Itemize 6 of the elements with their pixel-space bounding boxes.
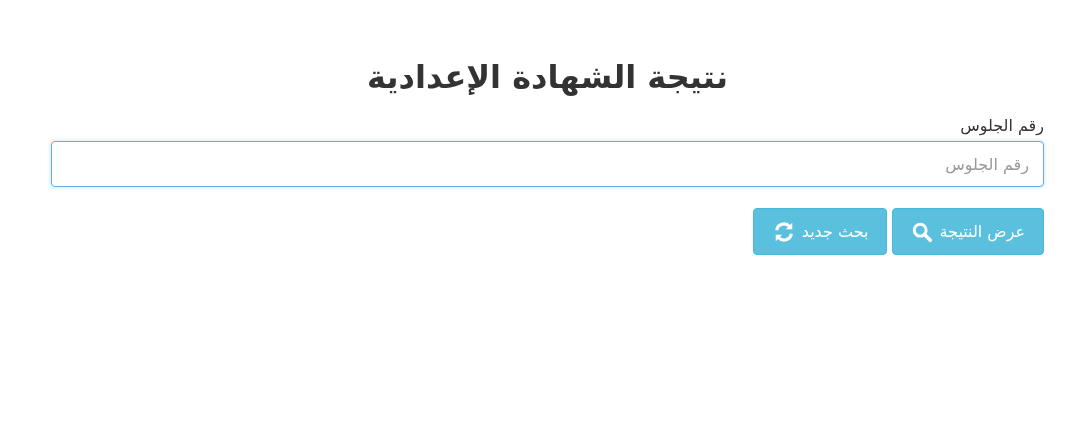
field-label: رقم الجلوس	[959, 116, 1044, 135]
page-title: نتيجة الشهادة الإعدادية	[366, 58, 729, 96]
seat-number-field[interactable]: رقم الجلوس	[51, 141, 1044, 187]
new-search-button[interactable]: بحث جديد	[752, 208, 888, 255]
show-result-button[interactable]: عرض النتيجة	[892, 208, 1044, 255]
search-icon	[911, 220, 934, 243]
